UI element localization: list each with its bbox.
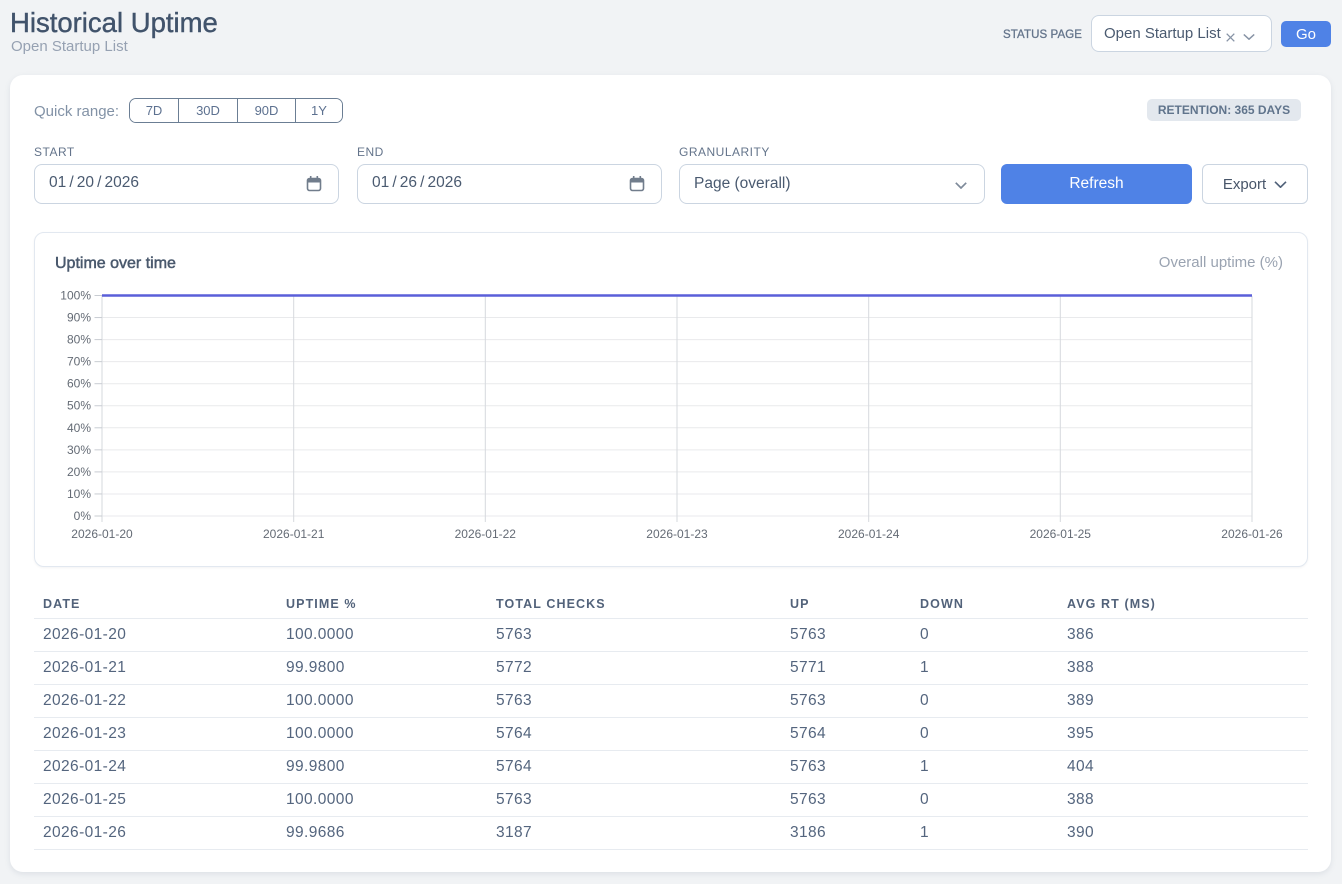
svg-text:2026-01-23: 2026-01-23 (646, 527, 708, 541)
svg-text:2026-01-25: 2026-01-25 (1030, 527, 1092, 541)
svg-text:2026-01-20: 2026-01-20 (71, 527, 133, 541)
svg-text:30%: 30% (67, 443, 91, 457)
svg-text:60%: 60% (67, 377, 91, 391)
svg-text:2026-01-21: 2026-01-21 (263, 527, 325, 541)
svg-text:100%: 100% (60, 289, 91, 303)
svg-text:40%: 40% (67, 421, 91, 435)
svg-text:10%: 10% (67, 487, 91, 501)
svg-text:50%: 50% (67, 399, 91, 413)
svg-text:80%: 80% (67, 333, 91, 347)
svg-text:90%: 90% (67, 311, 91, 325)
svg-text:20%: 20% (67, 465, 91, 479)
svg-text:70%: 70% (67, 355, 91, 369)
svg-text:2026-01-22: 2026-01-22 (455, 527, 517, 541)
svg-text:2026-01-24: 2026-01-24 (838, 527, 900, 541)
svg-text:2026-01-26: 2026-01-26 (1221, 527, 1283, 541)
svg-text:0%: 0% (74, 509, 92, 523)
